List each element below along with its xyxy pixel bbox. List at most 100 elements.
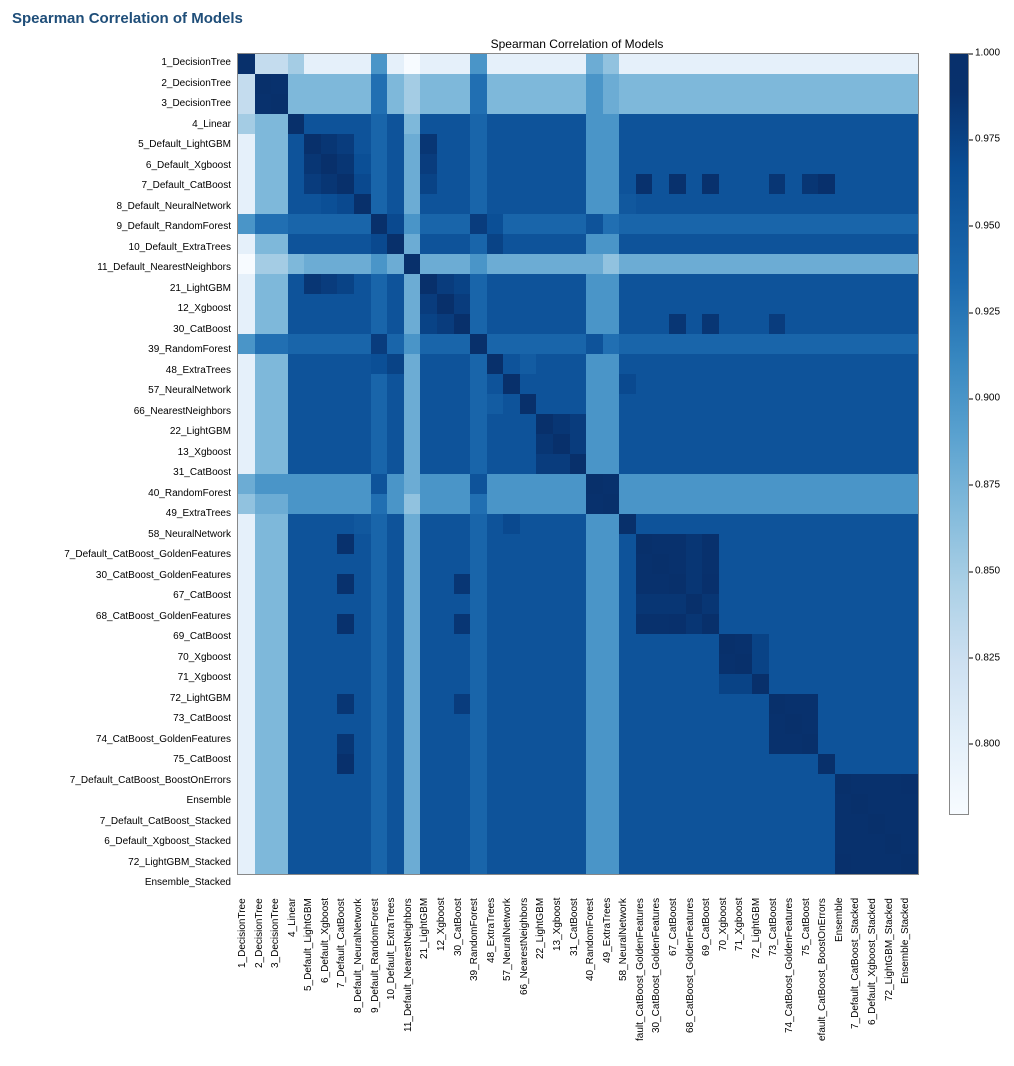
heatmap-cell xyxy=(785,354,802,374)
heatmap-cell xyxy=(619,694,636,714)
heatmap-cell xyxy=(387,834,404,854)
heatmap-cell xyxy=(851,114,868,134)
heatmap-cell xyxy=(570,814,587,834)
heatmap-cell xyxy=(503,214,520,234)
heatmap-cell xyxy=(271,414,288,434)
heatmap-cell xyxy=(835,254,852,274)
heatmap-cell xyxy=(669,614,686,634)
heatmap-cell xyxy=(337,354,354,374)
heatmap-cell xyxy=(420,554,437,574)
heatmap-cell xyxy=(503,274,520,294)
heatmap-cell xyxy=(586,134,603,154)
heatmap-cell xyxy=(586,454,603,474)
heatmap-cell xyxy=(885,614,902,634)
heatmap-cell xyxy=(785,854,802,874)
page-title: Spearman Correlation of Models xyxy=(12,10,1002,27)
heatmap-cell xyxy=(437,574,454,594)
heatmap-cell xyxy=(387,494,404,514)
heatmap-cell xyxy=(288,54,305,74)
heatmap-cell xyxy=(271,454,288,474)
heatmap-cell xyxy=(570,414,587,434)
heatmap-cell xyxy=(686,814,703,834)
heatmap-cell xyxy=(686,714,703,734)
heatmap-cell xyxy=(487,254,504,274)
heatmap-cell xyxy=(901,554,918,574)
heatmap-cell xyxy=(669,54,686,74)
heatmap-cell xyxy=(835,554,852,574)
heatmap-cell xyxy=(470,54,487,74)
heatmap-cell xyxy=(586,354,603,374)
heatmap-cell xyxy=(420,694,437,714)
heatmap-cell xyxy=(570,714,587,734)
heatmap-cell xyxy=(636,854,653,874)
x-tick-label: 75_CatBoost xyxy=(801,894,818,1044)
heatmap-cell xyxy=(603,454,620,474)
heatmap-cell xyxy=(536,634,553,654)
heatmap-cell xyxy=(802,74,819,94)
heatmap-cell xyxy=(702,154,719,174)
heatmap-cell xyxy=(487,434,504,454)
heatmap-cell xyxy=(404,394,421,414)
heatmap-cell xyxy=(503,654,520,674)
heatmap-cell xyxy=(371,494,388,514)
heatmap-cell xyxy=(851,654,868,674)
heatmap-cell xyxy=(371,314,388,334)
heatmap-cell xyxy=(702,734,719,754)
heatmap-cell xyxy=(719,774,736,794)
heatmap-cell xyxy=(686,734,703,754)
heatmap-cell xyxy=(835,194,852,214)
heatmap-cell xyxy=(288,134,305,154)
heatmap-cell xyxy=(454,354,471,374)
heatmap-cell xyxy=(487,514,504,534)
heatmap-cell xyxy=(652,434,669,454)
heatmap-cell xyxy=(868,254,885,274)
heatmap-cell xyxy=(570,154,587,174)
heatmap-cell xyxy=(420,354,437,374)
heatmap-cell xyxy=(255,214,272,234)
heatmap-cell xyxy=(354,354,371,374)
heatmap-cell xyxy=(288,114,305,134)
heatmap-cell xyxy=(271,294,288,314)
heatmap-cell xyxy=(437,334,454,354)
heatmap-cell xyxy=(901,494,918,514)
heatmap-cell xyxy=(735,454,752,474)
heatmap-cell xyxy=(271,594,288,614)
heatmap-cell xyxy=(603,274,620,294)
heatmap-cell xyxy=(885,134,902,154)
heatmap-cell xyxy=(487,534,504,554)
heatmap-cell xyxy=(553,74,570,94)
heatmap-cell xyxy=(719,754,736,774)
heatmap-cell xyxy=(520,454,537,474)
heatmap-cell xyxy=(851,314,868,334)
heatmap-cell xyxy=(354,594,371,614)
heatmap-cell xyxy=(420,394,437,414)
heatmap-cell xyxy=(901,334,918,354)
heatmap-cell xyxy=(371,154,388,174)
heatmap-cell xyxy=(437,854,454,874)
heatmap-cell xyxy=(868,594,885,614)
heatmap-cell xyxy=(570,394,587,414)
heatmap-cell xyxy=(702,594,719,614)
heatmap-cell xyxy=(553,134,570,154)
heatmap-cell xyxy=(686,414,703,434)
y-tick-label: 71_Xgboost xyxy=(12,668,237,689)
heatmap-cell xyxy=(586,374,603,394)
heatmap-cell xyxy=(619,214,636,234)
heatmap-cell xyxy=(586,554,603,574)
heatmap-cell xyxy=(304,834,321,854)
heatmap-cell xyxy=(238,54,255,74)
heatmap-cell xyxy=(818,674,835,694)
heatmap-cell xyxy=(255,574,272,594)
heatmap-cell xyxy=(735,594,752,614)
heatmap-cell xyxy=(387,314,404,334)
heatmap-cell xyxy=(255,134,272,154)
heatmap-cell xyxy=(785,294,802,314)
heatmap-cell xyxy=(818,174,835,194)
heatmap-cell xyxy=(387,254,404,274)
heatmap-cell xyxy=(288,174,305,194)
heatmap-cell xyxy=(536,294,553,314)
heatmap-cell xyxy=(371,754,388,774)
heatmap-cell xyxy=(404,734,421,754)
heatmap-cell xyxy=(337,514,354,534)
heatmap-cell xyxy=(818,494,835,514)
